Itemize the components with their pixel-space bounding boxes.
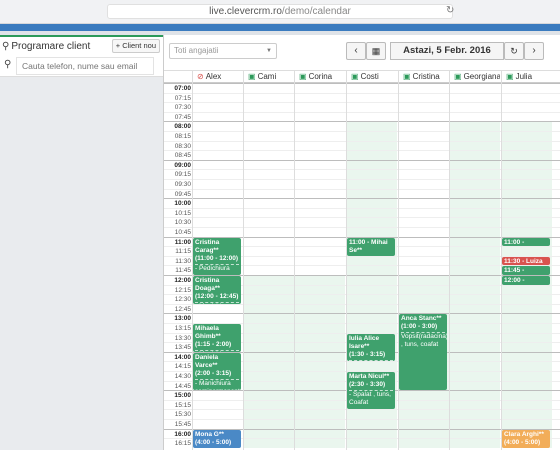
appointment-time: (1:00 - 3:00) [401,323,438,331]
appointment-time: (11:00 - 12:00) [195,254,238,262]
time-label: 16:15 [174,440,191,448]
appointment-time: (12:00 - 12:45) [195,293,239,300]
appointment-card[interactable]: Mihaela Ghimb**(1:15 - 2:00) - Manichiura [193,324,241,352]
calendar-area: Toti angajatii ▼ ‹ ▦ Astazi, 5 Febr. 2016… [163,35,560,450]
appointment-card[interactable]: 12:00 - Mihaela A** [502,276,550,285]
refresh-icon[interactable]: ↻ [504,42,524,60]
column-header-label: Cami [257,72,277,81]
appointment-card[interactable]: Clara Arghi** (4:00 - 5:00) [502,429,550,448]
column-header-label: Alex [205,72,222,81]
appointment-title: Mihaela Ghimb** [195,325,221,340]
appointment-title: 11:00 - Mihai Se** [349,238,388,254]
column-header-julia[interactable]: ▣ Julia [501,71,552,83]
calendar-check-icon: ▣ [506,72,514,81]
address-bar[interactable]: live.clevercrm.ro/demo/calendar [107,4,453,19]
search-icon: ⚲ [4,59,12,70]
employee-select-value: Toti angajatii [174,46,219,55]
appointment-time: (1:15 - 2:00) [195,341,232,348]
appointment-service: - Spalat , tuns, Coafat [349,391,391,406]
appointment-title: 11:45 - Cristina** [504,267,525,275]
appointment-card[interactable]: Iulia Alice Isare**(1:30 - 3:15)- Vopsir… [347,333,395,362]
column-header-cami[interactable]: ▣ Cami [243,71,294,83]
caret-down-icon: ▼ [266,48,272,54]
appointment-card[interactable]: Cristina Carag** (11:00 - 12:00) - Pedichi… [193,237,241,275]
appointment-card[interactable]: Marta Nicul** (2:30 - 3:30) - Spalat , tun… [347,372,395,410]
appointment-service: - Manichiura [195,351,239,352]
appointment-title: 11:30 - Luiza Olt** [504,257,543,265]
appointment-time: (2:30 - 3:30) [349,381,386,388]
pin-icon: ⚲ [2,41,10,52]
calendar-grid: 07:00 07:15 07:30 07:45 08:00 08:15 08:30 08:45… [164,83,560,450]
column-header-costi[interactable]: ▣ Costi [346,71,397,83]
appointment-time: (4:00 - 5:00) [504,438,541,446]
appointment-card[interactable]: Mona G** (4:00 - 5:00) [193,429,241,448]
reload-icon[interactable]: ↻ [446,5,454,16]
appointment-title: Mona G** [195,430,224,438]
employee-header-row: ⊘ Alex ▣ Cami ▣ Corina ▣ Costi ▣ Cristina ▣ Georgia… [164,70,560,83]
unavailable-icon: ⊘ [197,72,204,81]
appointment-time: (4:00 - 5:00) [195,438,232,446]
panel-title: ⚲ Programare client [2,41,90,52]
appointment-service: - Manichiura semipermanenta+ - tps [195,379,241,390]
appointment-card[interactable]: 11:00 - Mihai Se** [347,237,395,256]
column-header-corina[interactable]: ▣ Corina [294,71,345,83]
appointment-title: Cristina Carag** [195,238,220,254]
column-header-label: Georgiana [463,72,500,81]
url-path: /demo/calendar [281,6,351,17]
appointment-card[interactable]: 11:00 - Cristina** [502,237,550,247]
appointment-card[interactable]: 11:30 - Luiza Olt** [502,256,550,266]
calendar-check-icon: ▣ [351,72,359,81]
column-divider [398,83,399,450]
client-search: ⚲ [0,55,163,77]
employee-select[interactable]: Toti angajatii ▼ [169,43,277,59]
date-navigator: ‹ ▦ Astazi, 5 Febr. 2016 ↻ › [346,42,544,60]
appointment-time: (1:30 - 3:15) [349,350,386,358]
panel-title-text: Programare client [11,41,91,52]
column-header-alex[interactable]: ⊘ Alex [192,71,243,83]
browser-bar: live.clevercrm.ro/demo/calendar ↻ [0,0,560,24]
appointment-title: Cristina Doaga** [195,277,220,292]
column-divider [243,83,244,450]
calendar-check-icon: ▣ [454,72,462,81]
appointment-card[interactable]: Daniela Varce** (2:00 - 3:15) - Manichiura… [193,352,241,391]
calendar-check-icon: ▣ [248,72,256,81]
calendar-check-icon: ▣ [299,72,307,81]
prev-day-button[interactable]: ‹ [346,42,366,60]
left-panel: ⚲ Programare client + Client nou ⚲ [0,35,163,450]
new-client-button[interactable]: + Client nou [111,39,160,53]
column-header-label: Cristina [412,72,440,81]
appointment-service: - Manichiura [195,303,239,304]
column-divider [294,83,295,450]
url-host: live.clevercrm.ro [209,6,282,17]
appointment-title: Iulia Alice Isare** [349,334,380,350]
appointment-service: - Pedichiura [195,264,230,272]
appointment-card[interactable]: Anca Stanc** (1:00 - 3:00) Vopsit(radacina… [399,314,447,391]
plus-icon: + [115,41,121,50]
appointment-time: (2:00 - 3:15) [195,369,232,377]
column-header-label: Costi [360,72,379,81]
column-header-label: Corina [308,72,333,81]
left-panel-header: ⚲ Programare client + Client nou [0,35,163,55]
appointment-title: 11:00 - Cristina** [504,238,525,246]
current-date: Astazi, 5 Febr. 2016 [390,42,504,60]
column-header-georgiana[interactable]: ▣ Georgiana [449,71,500,83]
appointment-title: 12:00 - Mihaela A** [504,277,525,284]
appointment-title: Clara Arghi** [504,430,544,438]
calendar-icon[interactable]: ▦ [366,42,386,60]
column-header-label: Julia [515,72,533,81]
column-header-cristina[interactable]: ▣ Cristina [398,71,449,83]
appointment-service: Vopsit(radacina),S , tuns, coafat [401,333,447,349]
next-day-button[interactable]: › [524,42,544,60]
column-divider [449,83,450,450]
appointment-title: Marta Nicul** [349,373,390,380]
appointment-card[interactable]: 11:45 - Cristina** [502,266,550,275]
new-client-label: Client nou [122,41,156,50]
client-search-input[interactable] [16,57,154,75]
appointment-card[interactable]: Cristina Doaga**(12:00 - 12:45) - Manichi… [193,276,241,304]
appointment-title: Anca Stanc** [401,315,442,323]
appointment-title: Daniela Varce** [195,353,219,369]
app-top-bar [0,24,560,31]
calendar-check-icon: ▣ [403,72,411,81]
